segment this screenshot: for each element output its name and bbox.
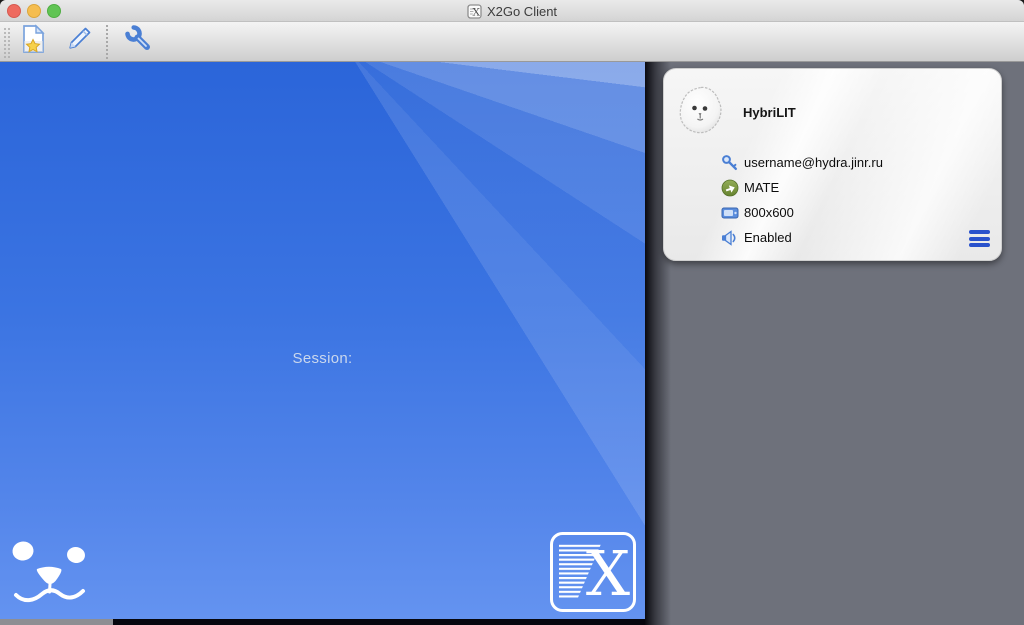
toolbar [0, 22, 1024, 62]
svg-text:X: X [473, 6, 481, 18]
settings-button[interactable] [121, 25, 155, 59]
session-resolution: 800x600 [744, 205, 794, 220]
session-card-details: username@hydra.jinr.ru [721, 150, 883, 250]
session-list-panel: HybriLIT username@hydra.jinr.ru [645, 62, 1024, 625]
session-name: HybriLIT [743, 105, 796, 120]
window-title: X2Go Client [487, 4, 557, 19]
edit-session-button[interactable] [62, 25, 96, 59]
titlebar: X X2Go Client [0, 0, 1024, 22]
toolbar-separator [106, 25, 109, 59]
x2go-client-window: X X2Go Client [0, 0, 1024, 625]
new-session-icon [18, 23, 48, 60]
session-label: Session: [0, 350, 645, 367]
display-icon [721, 204, 742, 222]
key-icon [721, 154, 742, 172]
seal-mascot-icon [678, 85, 724, 135]
desktop-edge-black [113, 619, 645, 625]
session-host-row: username@hydra.jinr.ru [721, 150, 883, 175]
session-host: username@hydra.jinr.ru [744, 155, 883, 170]
svg-text:X: X [586, 537, 630, 610]
new-session-button[interactable] [16, 25, 50, 59]
toolbar-drag-handle[interactable] [2, 26, 10, 58]
session-resolution-row: 800x600 [721, 200, 883, 225]
session-type-row: MATE [721, 175, 883, 200]
session-type-icon [721, 179, 742, 197]
x2go-logo: X [549, 531, 637, 613]
session-card-hybrilit[interactable]: HybriLIT username@hydra.jinr.ru [663, 68, 1002, 261]
seal-face [10, 538, 90, 608]
edit-session-icon [64, 24, 94, 59]
hamburger-menu-icon[interactable] [969, 230, 990, 247]
x2go-mini-logo-icon: X [467, 4, 482, 19]
settings-icon [123, 24, 153, 59]
sound-icon [721, 229, 742, 247]
window-title-container: X X2Go Client [0, 0, 1024, 22]
session-sound-row: Enabled [721, 225, 883, 250]
desktop-edge-gray [0, 619, 113, 625]
session-type: MATE [744, 180, 779, 195]
desktop-edge-strip [0, 619, 645, 625]
session-sound: Enabled [744, 230, 792, 245]
session-workspace: Session: X [0, 62, 645, 619]
